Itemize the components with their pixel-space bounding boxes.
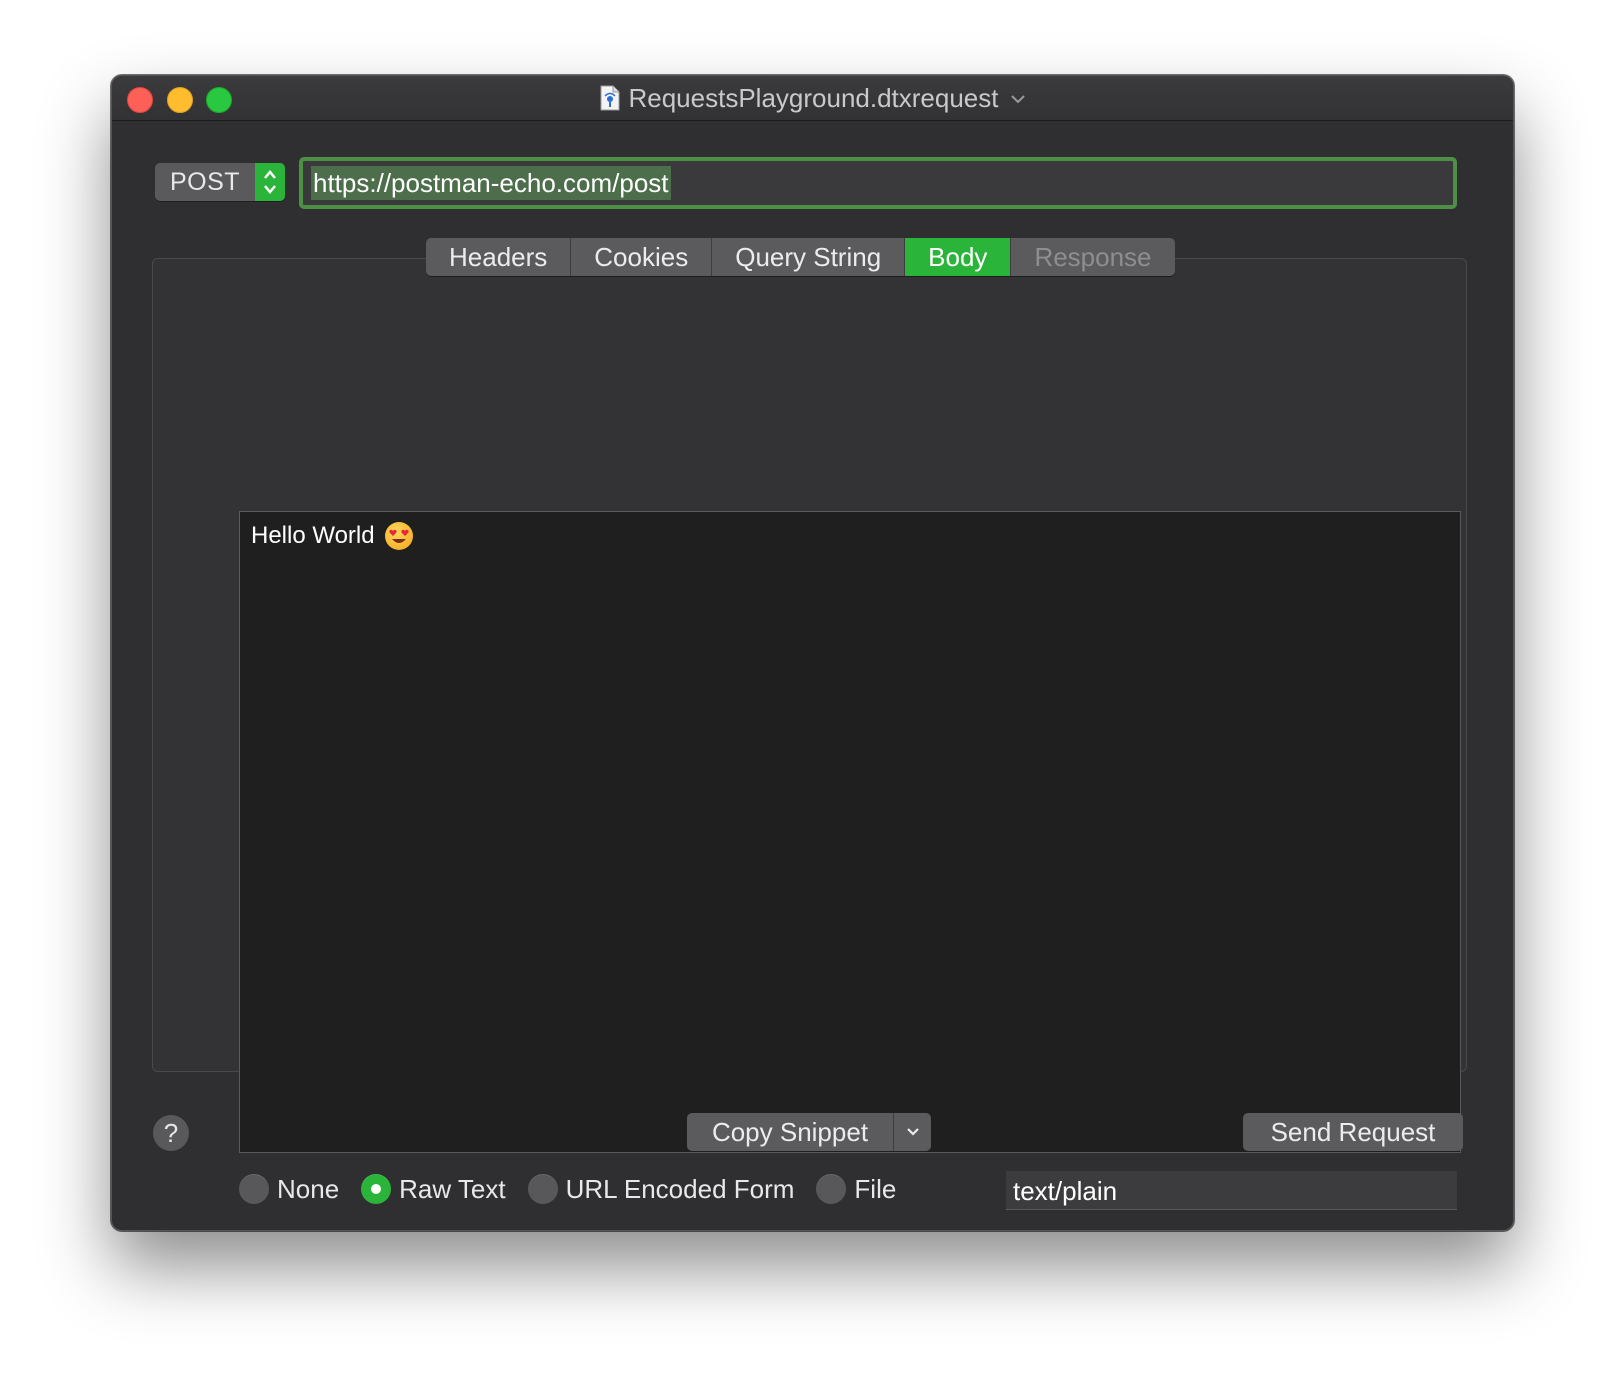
- body-editor[interactable]: Hello World: [239, 511, 1461, 1153]
- method-label: POST: [170, 168, 241, 196]
- radio-url-encoded-form[interactable]: URL Encoded Form: [527, 1173, 795, 1205]
- heart-eyes-emoji-icon: [384, 522, 413, 550]
- radio-file[interactable]: File: [816, 1174, 896, 1205]
- radio-label: File: [854, 1173, 897, 1204]
- content-type-field[interactable]: text/plain: [1006, 1171, 1457, 1210]
- content-type-value: text/plain: [1013, 1176, 1118, 1206]
- radio-label: None: [277, 1173, 340, 1204]
- window-title: RequestsPlayground.dtxrequest: [628, 82, 999, 113]
- url-input[interactable]: https://postman-echo.com/post: [299, 157, 1457, 209]
- document-icon: [600, 85, 620, 111]
- method-popup[interactable]: POST: [155, 163, 285, 201]
- radio-button[interactable]: [239, 1174, 269, 1204]
- radio-button-selected[interactable]: [361, 1174, 392, 1204]
- tab-body[interactable]: Body: [905, 238, 1012, 276]
- body-content: Hello World: [251, 522, 413, 550]
- window-title-group[interactable]: RequestsPlayground.dtxrequest: [112, 76, 1513, 120]
- radio-button[interactable]: [816, 1174, 847, 1204]
- copy-snippet-button[interactable]: Copy Snippet: [687, 1113, 931, 1151]
- radio-raw-text[interactable]: Raw Text: [361, 1173, 506, 1205]
- help-button[interactable]: ?: [153, 1115, 189, 1151]
- tab-query-string[interactable]: Query String: [712, 238, 906, 276]
- copy-snippet-label[interactable]: Copy Snippet: [687, 1113, 894, 1151]
- request-tabs: Headers Cookies Query String Body Respon…: [426, 238, 1175, 276]
- chevron-down-icon[interactable]: [1010, 88, 1025, 109]
- title-bar: RequestsPlayground.dtxrequest: [112, 76, 1513, 121]
- tab-headers[interactable]: Headers: [426, 238, 572, 276]
- radio-label: URL Encoded Form: [565, 1173, 795, 1204]
- body-type-radio-group: None Raw Text URL Encoded Form File: [239, 1169, 918, 1209]
- radio-button[interactable]: [527, 1174, 558, 1204]
- body-panel: Hello World None Raw Text URL Encoded Fo…: [152, 258, 1467, 1210]
- body-text: Hello World: [251, 522, 375, 549]
- tab-response: Response: [1034, 242, 1152, 272]
- radio-label: Raw Text: [399, 1173, 506, 1204]
- chevron-down-icon[interactable]: [894, 1113, 931, 1151]
- tab-cookies[interactable]: Cookies: [571, 238, 713, 276]
- radio-none[interactable]: None: [239, 1174, 339, 1205]
- send-request-button[interactable]: Send Request: [1243, 1113, 1463, 1151]
- url-value: https://postman-echo.com/post: [311, 166, 671, 200]
- app-window: RequestsPlayground.dtxrequest POST https…: [111, 75, 1514, 1231]
- stepper-arrows-icon[interactable]: [255, 163, 285, 201]
